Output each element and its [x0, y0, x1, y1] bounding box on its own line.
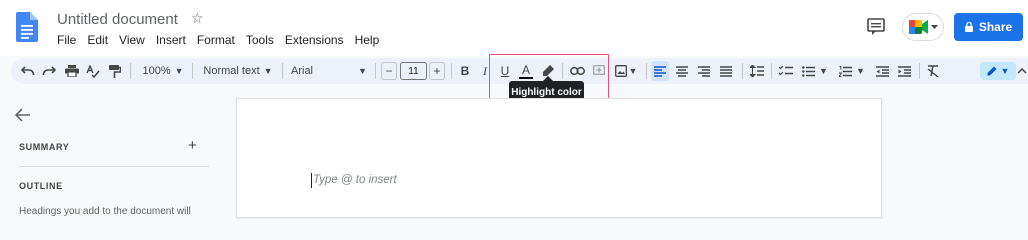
divider [742, 63, 743, 79]
share-button[interactable]: Share [954, 13, 1023, 41]
star-icon[interactable]: ☆ [191, 10, 204, 27]
divider [282, 63, 283, 79]
menu-bar: File Edit View Insert Format Tools Exten… [51, 33, 384, 47]
chevron-down-icon: ▼ [819, 66, 828, 76]
divider [130, 63, 131, 79]
align-center-icon[interactable] [673, 58, 691, 84]
arrow-back-icon[interactable] [14, 106, 32, 124]
bulleted-list-icon [802, 65, 816, 77]
meet-button[interactable] [902, 13, 944, 41]
numbered-list-button[interactable]: ▼ [837, 58, 867, 84]
style-value: Normal text [203, 65, 260, 77]
menu-tools[interactable]: Tools [240, 33, 279, 47]
chevron-down-icon: ▼ [1000, 66, 1010, 76]
zoom-value: 100% [142, 65, 171, 77]
chevron-down-icon: ▼ [628, 66, 638, 76]
menu-edit[interactable]: Edit [81, 33, 113, 47]
document-title[interactable]: Untitled document [57, 11, 178, 28]
align-right-icon[interactable] [695, 58, 713, 84]
chevron-down-icon [930, 24, 938, 29]
share-label: Share [978, 20, 1013, 34]
menu-file[interactable]: File [51, 33, 81, 47]
zoom-select[interactable]: 100% ▼ [139, 58, 187, 84]
google-docs-icon[interactable] [16, 12, 38, 42]
decrease-font-size-button[interactable]: − [381, 62, 397, 80]
insert-image-button[interactable]: ▼ [613, 58, 639, 84]
menu-format[interactable]: Format [191, 33, 240, 47]
spellcheck-icon[interactable] [85, 58, 101, 84]
outline-hint: Headings you add to the document will [19, 206, 191, 217]
paragraph-style-select[interactable]: Normal text ▼ [199, 58, 277, 84]
menu-insert[interactable]: Insert [150, 33, 191, 47]
font-value: Arial [291, 65, 314, 77]
menu-help[interactable]: Help [349, 33, 385, 47]
document-page[interactable] [236, 98, 882, 218]
chevron-down-icon: ▼ [174, 66, 184, 76]
document-placeholder[interactable]: Type @ to insert [313, 174, 397, 186]
decrease-indent-icon[interactable] [873, 58, 891, 84]
summary-heading: SUMMARY [19, 142, 70, 152]
comment-history-icon[interactable] [866, 18, 886, 36]
align-justify-icon[interactable] [717, 58, 735, 84]
increase-font-size-button[interactable]: + [429, 62, 445, 80]
divider [771, 63, 772, 79]
divider [375, 63, 376, 79]
menu-view[interactable]: View [113, 33, 150, 47]
paint-format-icon[interactable] [107, 58, 123, 84]
font-size-input[interactable]: 11 [400, 62, 427, 80]
align-left-icon[interactable] [651, 61, 669, 81]
text-cursor [311, 173, 312, 188]
sidebar-divider [19, 166, 209, 167]
checklist-icon[interactable] [776, 58, 796, 84]
add-summary-button[interactable]: + [188, 137, 197, 154]
divider [919, 63, 920, 79]
outline-heading: OUTLINE [19, 181, 63, 191]
divider [646, 63, 647, 79]
print-icon[interactable] [64, 58, 80, 84]
line-spacing-icon[interactable] [748, 58, 766, 84]
chevron-down-icon: ▼ [856, 66, 865, 76]
chevron-up-icon[interactable] [1015, 58, 1028, 84]
header-bar: Untitled document ☆ File Edit View Inser… [0, 0, 1028, 56]
google-meet-icon [908, 20, 928, 34]
image-icon [614, 65, 627, 77]
clear-formatting-icon[interactable] [924, 58, 942, 84]
increase-indent-icon[interactable] [895, 58, 913, 84]
pencil-icon [987, 66, 997, 76]
editing-mode-button[interactable]: ▼ [980, 62, 1016, 80]
divider [451, 63, 452, 79]
menu-extensions[interactable]: Extensions [279, 33, 349, 47]
lock-icon [964, 22, 973, 32]
chevron-down-icon: ▼ [358, 66, 367, 76]
divider [192, 63, 193, 79]
font-select[interactable]: Arial ▼ [291, 58, 367, 84]
chevron-down-icon: ▼ [263, 66, 273, 76]
undo-icon[interactable] [20, 58, 36, 84]
numbered-list-icon [839, 65, 853, 77]
bold-button[interactable]: B [456, 58, 474, 84]
redo-icon[interactable] [41, 58, 57, 84]
bulleted-list-button[interactable]: ▼ [800, 58, 830, 84]
